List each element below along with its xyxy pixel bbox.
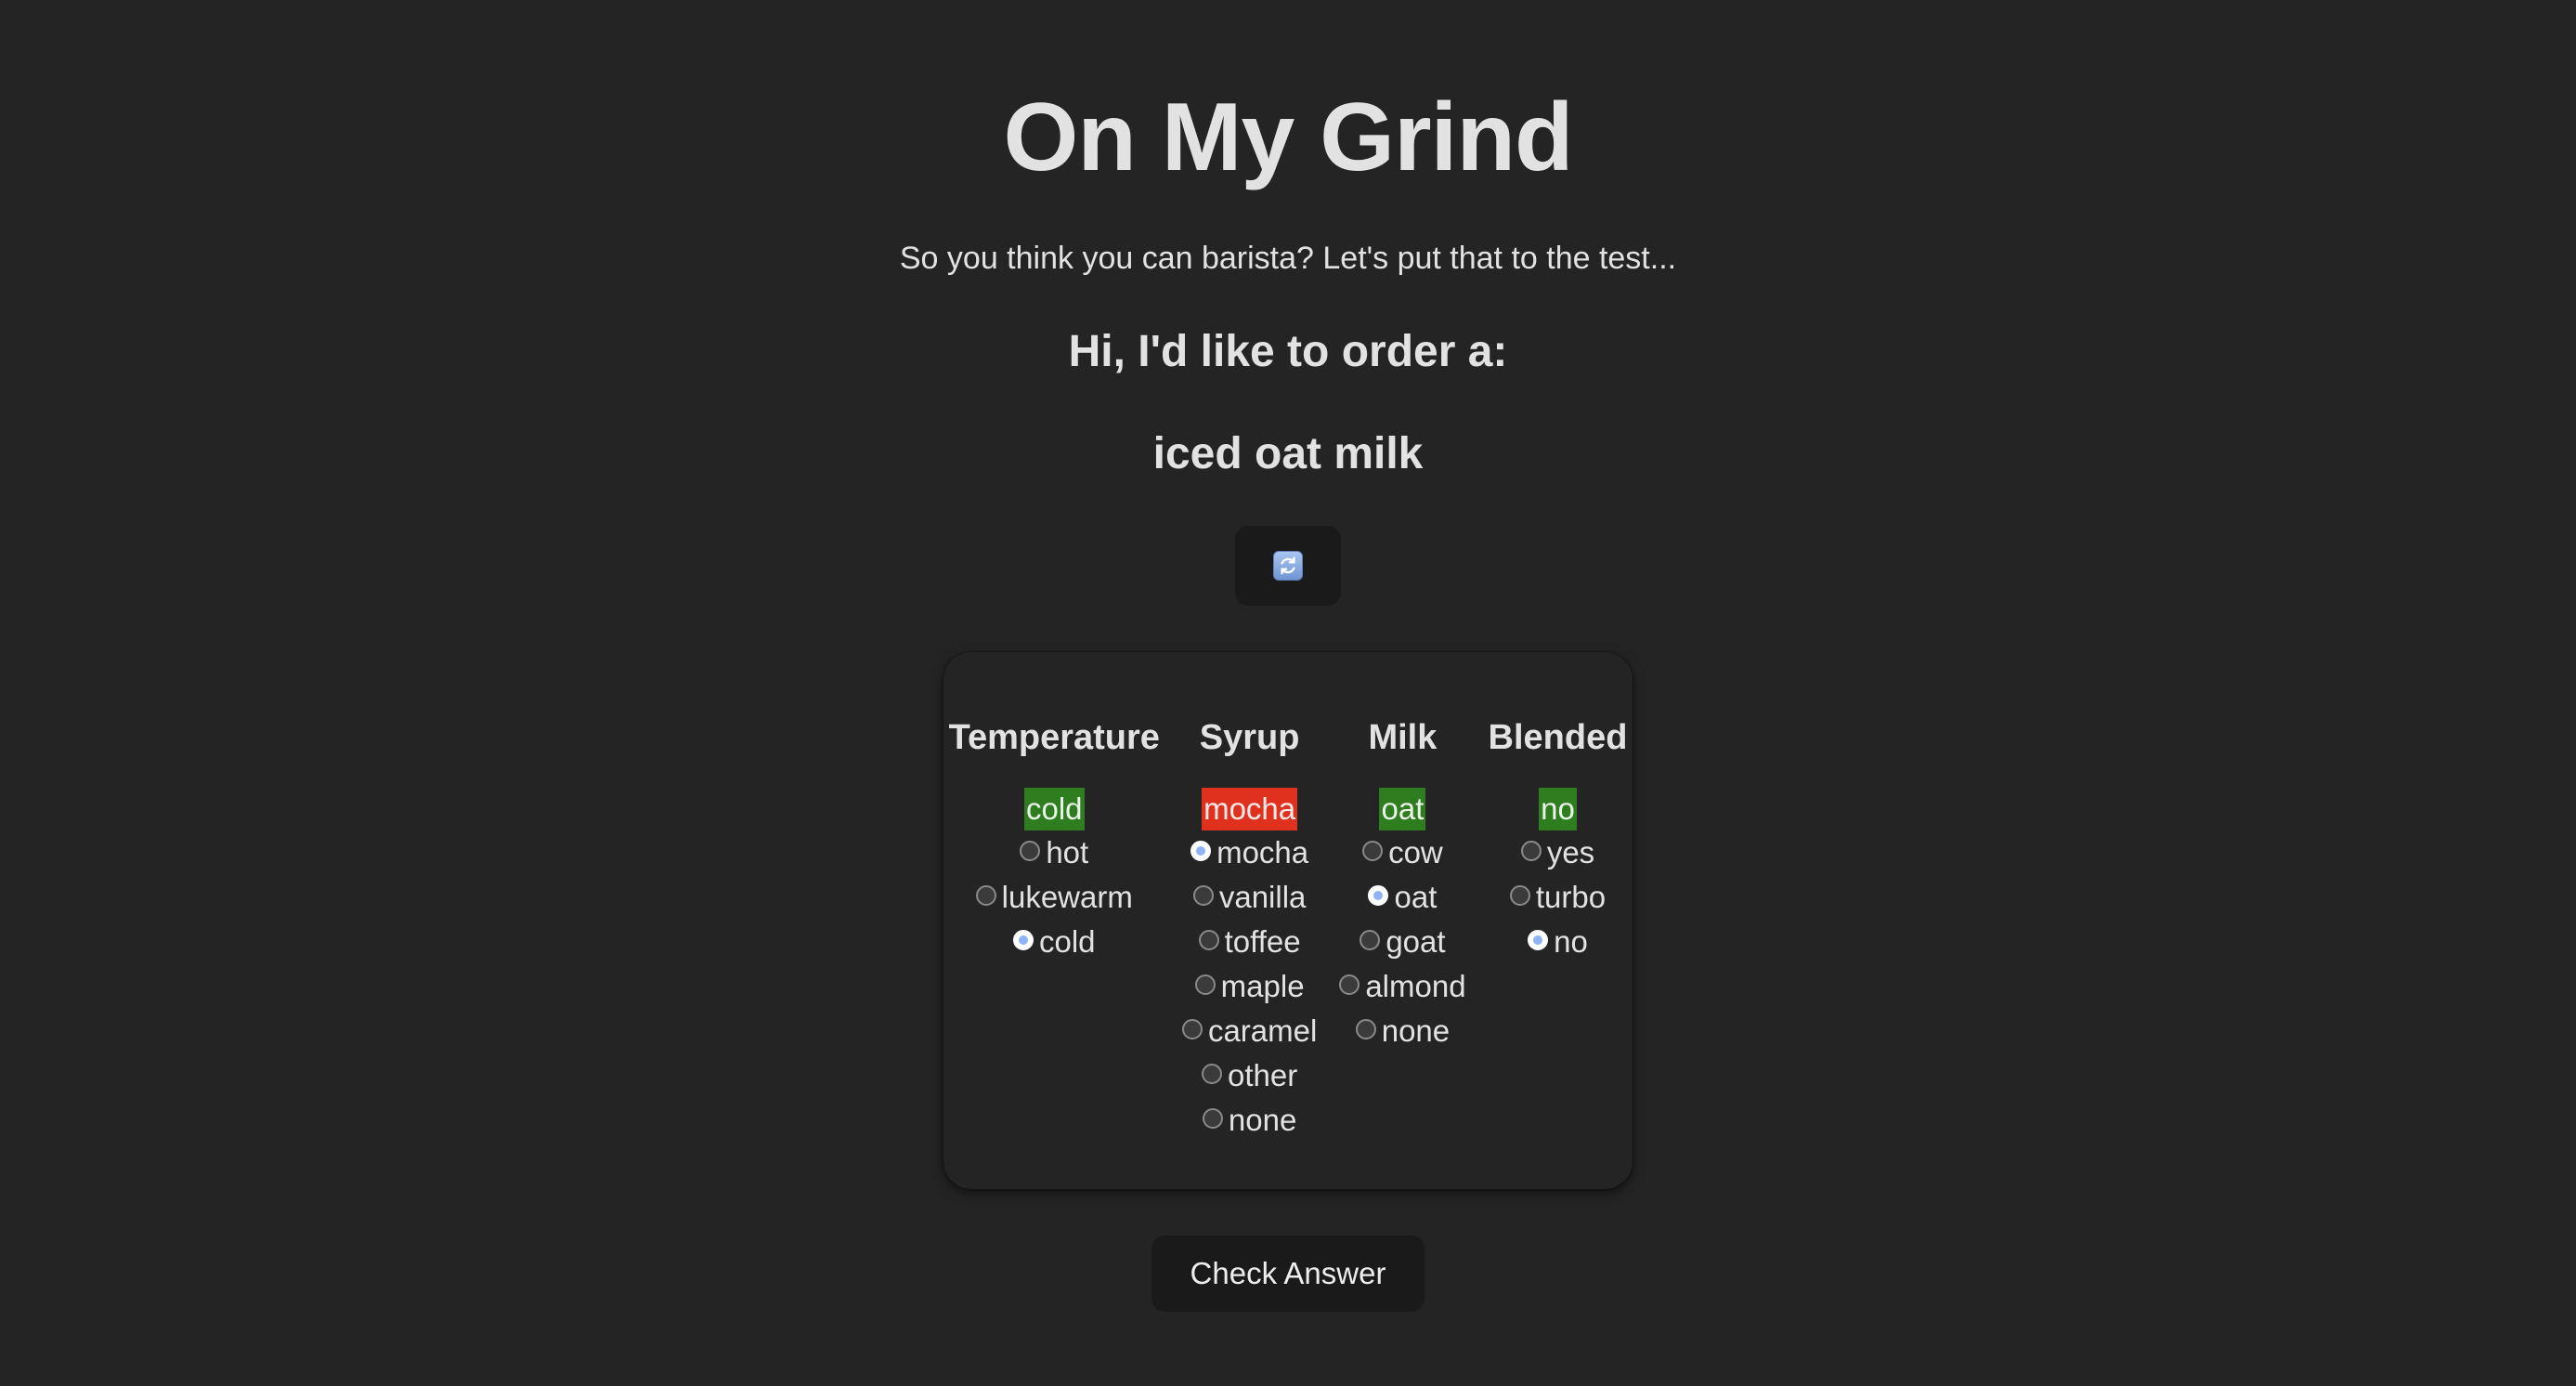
- radio-syrup-mocha[interactable]: [1190, 841, 1212, 861]
- refresh-button[interactable]: [1235, 526, 1341, 606]
- radio-temperature-cold[interactable]: [1012, 930, 1034, 950]
- answer-badge-syrup: mocha: [1202, 788, 1298, 830]
- radio-milk-almond[interactable]: [1339, 974, 1360, 995]
- tagline: So you think you can barista? Let's put …: [899, 241, 1677, 276]
- option-label: cold: [1038, 924, 1096, 959]
- option-label: hot: [1046, 835, 1089, 870]
- option-temperature-hot[interactable]: hot: [1020, 830, 1088, 875]
- column-heading-syrup: Syrup: [1199, 718, 1300, 757]
- option-label: other: [1228, 1058, 1298, 1092]
- option-temperature-lukewarm[interactable]: lukewarm: [975, 875, 1133, 920]
- column-blended: Blended no yes turbo no: [1477, 715, 1639, 1189]
- column-heading-milk: Milk: [1368, 718, 1438, 757]
- page-title: On My Grind: [1003, 84, 1574, 191]
- option-label: turbo: [1535, 880, 1607, 914]
- option-label: almond: [1365, 969, 1466, 1003]
- option-syrup-toffee[interactable]: toffee: [1198, 920, 1301, 964]
- option-syrup-maple[interactable]: maple: [1194, 964, 1305, 1009]
- radio-syrup-none[interactable]: [1202, 1108, 1223, 1129]
- option-label: none: [1381, 1013, 1451, 1048]
- column-milk: Milk oat cow oat goat almond none: [1328, 715, 1477, 1189]
- option-syrup-caramel[interactable]: caramel: [1181, 1009, 1318, 1053]
- option-milk-almond[interactable]: almond: [1339, 964, 1466, 1009]
- radio-milk-cow[interactable]: [1362, 841, 1384, 861]
- option-label: none: [1228, 1103, 1297, 1137]
- option-milk-cow[interactable]: cow: [1362, 830, 1443, 875]
- radio-syrup-toffee[interactable]: [1198, 930, 1219, 950]
- option-label: caramel: [1207, 1013, 1318, 1048]
- radio-syrup-vanilla[interactable]: [1192, 885, 1214, 906]
- option-milk-goat[interactable]: goat: [1360, 920, 1446, 964]
- column-syrup: Syrup mocha mocha vanilla toffee maple caramel…: [1171, 715, 1328, 1189]
- radio-syrup-caramel[interactable]: [1181, 1019, 1203, 1040]
- column-heading-temperature: Temperature: [948, 718, 1160, 757]
- radio-syrup-other[interactable]: [1202, 1064, 1223, 1084]
- refresh-icon: [1273, 551, 1303, 581]
- app: On My Grind So you think you can barista…: [0, 0, 2576, 1312]
- order-prompt: Hi, I'd like to order a:: [1068, 327, 1508, 376]
- radio-temperature-lukewarm[interactable]: [975, 885, 996, 906]
- radio-blended-no[interactable]: [1528, 930, 1549, 950]
- option-label: yes: [1546, 835, 1595, 870]
- option-blended-no[interactable]: no: [1528, 920, 1588, 964]
- order-quiz-card: Temperature cold hot lukewarm cold Syrup mocha…: [943, 652, 1633, 1189]
- radio-syrup-maple[interactable]: [1194, 974, 1216, 995]
- option-label: no: [1554, 924, 1588, 959]
- option-label: toffee: [1224, 924, 1301, 959]
- option-label: mocha: [1216, 835, 1309, 870]
- radio-milk-none[interactable]: [1355, 1019, 1376, 1040]
- option-label: oat: [1394, 880, 1438, 914]
- option-syrup-mocha[interactable]: mocha: [1190, 830, 1308, 875]
- check-answer-button[interactable]: Check Answer: [1151, 1236, 1425, 1312]
- option-temperature-cold[interactable]: cold: [1012, 920, 1096, 964]
- radio-milk-goat[interactable]: [1360, 930, 1381, 950]
- answer-badge-blended: no: [1539, 788, 1577, 830]
- radio-milk-oat[interactable]: [1368, 885, 1389, 906]
- column-heading-blended: Blended: [1488, 718, 1628, 757]
- option-syrup-vanilla[interactable]: vanilla: [1192, 875, 1307, 920]
- option-blended-yes[interactable]: yes: [1520, 830, 1595, 875]
- answer-badge-milk: oat: [1379, 788, 1426, 830]
- radio-blended-yes[interactable]: [1520, 841, 1542, 861]
- order-item: iced oat milk: [1152, 429, 1424, 478]
- option-blended-turbo[interactable]: turbo: [1509, 875, 1607, 920]
- option-label: vanilla: [1218, 880, 1307, 914]
- column-temperature: Temperature cold hot lukewarm cold: [938, 715, 1171, 1189]
- option-label: cow: [1388, 835, 1443, 870]
- option-milk-oat[interactable]: oat: [1368, 875, 1437, 920]
- option-label: goat: [1386, 924, 1446, 959]
- option-syrup-none[interactable]: none: [1202, 1098, 1297, 1143]
- option-label: lukewarm: [1001, 880, 1133, 914]
- option-label: maple: [1220, 969, 1305, 1003]
- answer-badge-temperature: cold: [1023, 788, 1085, 830]
- option-milk-none[interactable]: none: [1355, 1009, 1451, 1053]
- radio-blended-turbo[interactable]: [1509, 885, 1530, 906]
- option-syrup-other[interactable]: other: [1202, 1053, 1297, 1098]
- radio-temperature-hot[interactable]: [1020, 841, 1041, 861]
